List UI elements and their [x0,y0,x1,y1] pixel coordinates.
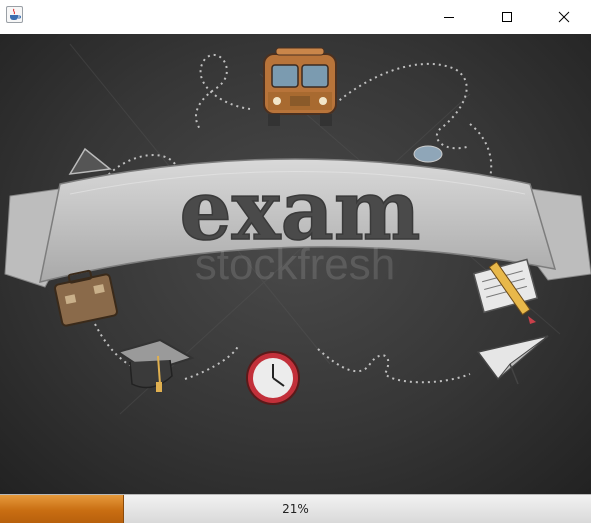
briefcase-icon [53,269,119,327]
minimize-button[interactable] [420,0,478,34]
maximize-button[interactable] [478,0,536,34]
close-icon [558,11,569,23]
notepad-pencil-icon [472,258,539,324]
progress-bar: 21% [0,494,591,523]
clock-icon [246,351,300,405]
school-bus-icon [263,47,337,126]
graduation-cap-icon [115,338,195,392]
progress-label: 21% [282,502,309,516]
minimize-icon [444,17,454,18]
close-button[interactable] [536,0,591,34]
maximize-icon [502,12,512,22]
java-cup-icon[interactable] [6,6,23,23]
title-bar [0,0,591,34]
paper-plane-icon [476,335,549,385]
splash-image: exam stockfresh [0,34,591,494]
watermark: stockfresh [195,240,396,289]
